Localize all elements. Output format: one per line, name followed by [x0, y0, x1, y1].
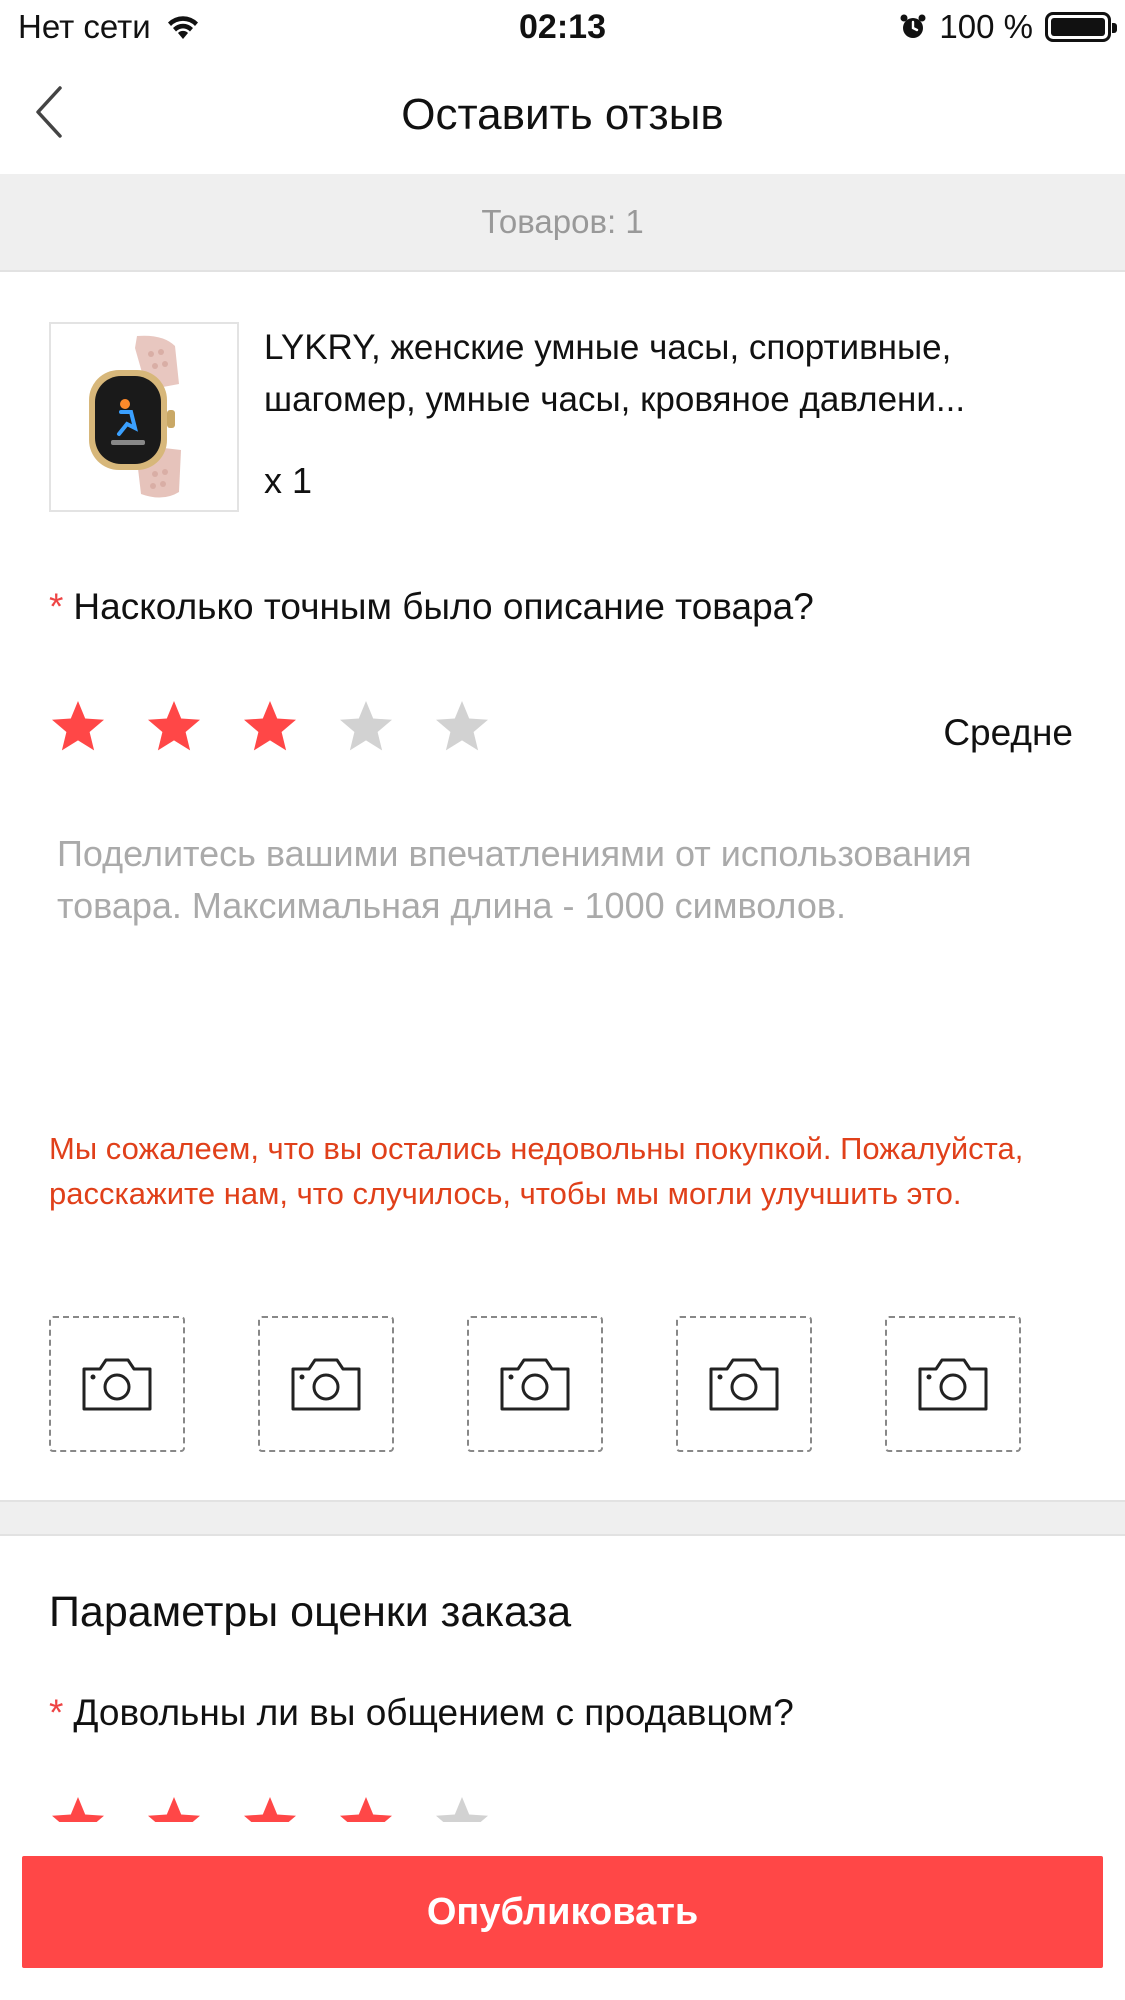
photo-upload-slot[interactable] [49, 1316, 185, 1452]
camera-icon [82, 1358, 152, 1411]
battery-percent: 100 % [939, 8, 1033, 45]
status-right: 100 % [899, 8, 1117, 46]
star-icon[interactable] [49, 698, 107, 756]
page-title: Оставить отзыв [401, 90, 724, 139]
seller-question-text: Довольны ли вы общением с продавцом? [73, 1692, 794, 1733]
required-mark: * [49, 1692, 64, 1733]
rating-label: Средне [943, 712, 1073, 753]
photo-upload-row [49, 1316, 1021, 1452]
product-title-line-2: шагомер, умные часы, кровяное давлени... [264, 380, 966, 419]
seller-question: * Довольны ли вы общением с продавцом? [49, 1692, 794, 1734]
photo-upload-slot[interactable] [676, 1316, 812, 1452]
section-divider [0, 1500, 1125, 1536]
required-mark: * [49, 586, 64, 627]
dissatisfaction-warning: Мы сожалеем, что вы остались недовольны … [49, 1131, 1024, 1211]
description-question-text: Насколько точным было описание товара? [73, 586, 814, 627]
star-icon[interactable] [337, 698, 395, 756]
description-rating-stars [49, 698, 491, 756]
status-bar: Нет сети 02:13 100 % [0, 0, 1125, 62]
camera-icon [500, 1358, 570, 1411]
alarm-icon [900, 14, 926, 38]
publish-button[interactable]: Опубликовать [22, 1856, 1103, 1968]
items-count: Товаров: 1 [0, 174, 1125, 272]
product-quantity: x 1 [264, 460, 313, 501]
photo-upload-slot[interactable] [885, 1316, 1021, 1452]
nav-bar: Оставить отзыв [0, 62, 1125, 174]
product-title-line-1: LYKRY, женские умные часы, спортивные, [264, 328, 952, 367]
star-icon[interactable] [433, 698, 491, 756]
star-icon[interactable] [145, 698, 203, 756]
review-textarea[interactable] [49, 822, 1079, 1072]
smartwatch-image [51, 324, 237, 510]
description-question: * Насколько точным было описание товара? [49, 586, 814, 628]
star-icon[interactable] [241, 698, 299, 756]
camera-icon [709, 1358, 779, 1411]
order-params-title: Параметры оценки заказа [49, 1588, 572, 1636]
product-title[interactable]: LYKRY, женские умные часы, спортивные, ш… [264, 322, 1084, 426]
camera-icon [918, 1358, 988, 1411]
photo-upload-slot[interactable] [467, 1316, 603, 1452]
battery-icon [1045, 12, 1117, 42]
product-thumbnail [49, 322, 239, 512]
photo-upload-slot[interactable] [258, 1316, 394, 1452]
camera-icon [291, 1358, 361, 1411]
bottom-bar: Опубликовать [0, 1822, 1125, 2000]
